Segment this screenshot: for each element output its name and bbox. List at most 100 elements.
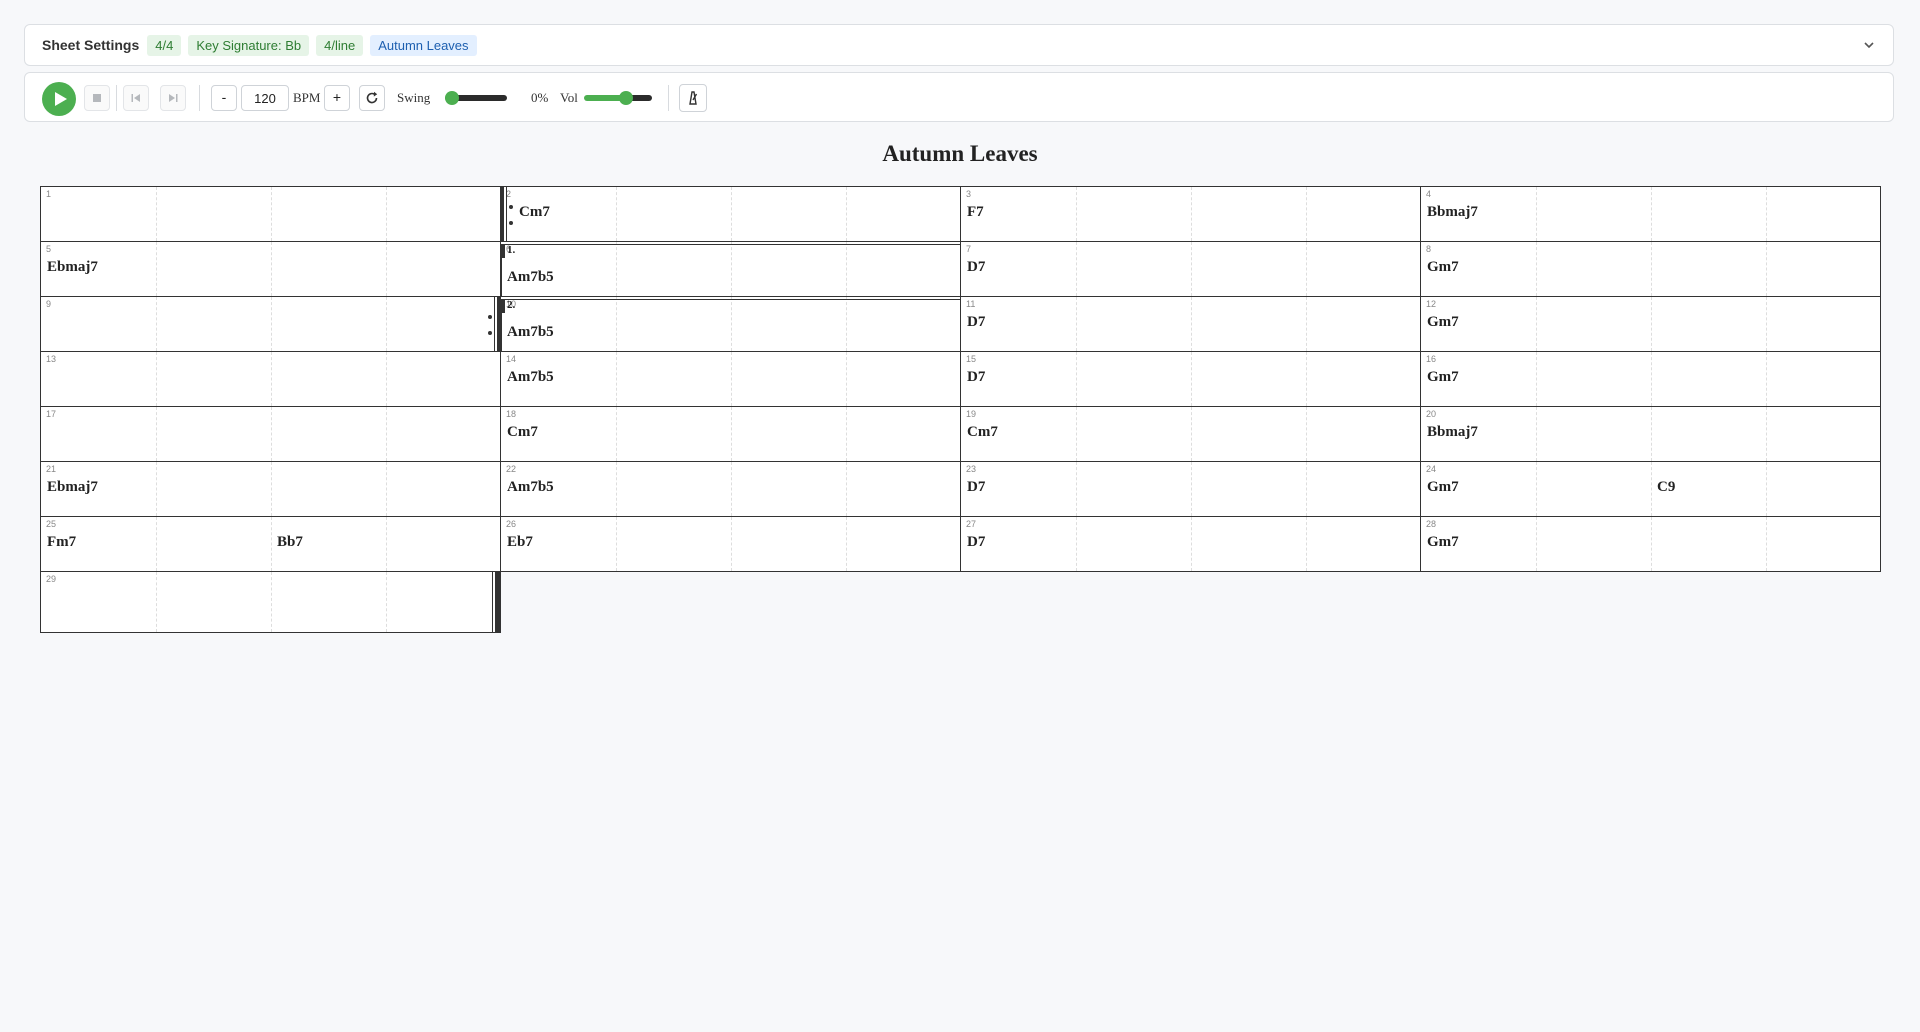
chord-symbol: Eb7 (507, 534, 533, 550)
play-button[interactable] (42, 82, 76, 116)
measure-7[interactable]: 7 D7 (960, 241, 1421, 297)
measure-number: 28 (1426, 519, 1437, 529)
stop-button[interactable] (84, 85, 110, 111)
measure-14[interactable]: 14 Am7b5 (500, 351, 961, 407)
beat-divider (156, 187, 157, 241)
measure-25[interactable]: 25 Fm7 Bb7 (40, 516, 501, 572)
measure-20[interactable]: 20 Bbmaj7 (1420, 406, 1881, 462)
measure-2[interactable]: 2 Cm7 (500, 186, 961, 242)
beat-divider (1076, 407, 1077, 461)
volume-label: Vol (560, 90, 578, 105)
beat-divider (731, 517, 732, 571)
measure-6[interactable]: 6 Am7b5 1. (500, 241, 961, 298)
volume-slider-thumb[interactable] (619, 91, 634, 105)
measure-3[interactable]: 3 F7 (960, 186, 1421, 242)
sheet-settings-bar[interactable]: Sheet Settings 4/4 Key Signature: Bb 4/l… (24, 24, 1894, 66)
beat-divider (1766, 242, 1767, 296)
measure-11[interactable]: 11 D7 (960, 296, 1421, 352)
chord-symbol: Gm7 (1427, 259, 1459, 275)
measure-16[interactable]: 16 Gm7 (1420, 351, 1881, 407)
beat-divider (156, 242, 157, 296)
measure-number: 24 (1426, 464, 1437, 474)
measure-17[interactable]: 17 (40, 406, 501, 462)
measure-29[interactable]: 29 (40, 571, 501, 633)
chord-symbol: Gm7 (1427, 314, 1459, 330)
skip-forward-icon (169, 94, 178, 102)
measure-number: 5 (46, 244, 52, 254)
measure-26[interactable]: 26 Eb7 (500, 516, 961, 572)
beat-divider (386, 572, 387, 632)
measure-number: 23 (966, 464, 977, 474)
beat-divider (846, 187, 847, 241)
measure-1[interactable]: 1 (40, 186, 501, 242)
toolbar-divider (199, 85, 200, 111)
final-barline (495, 572, 500, 633)
measure-5[interactable]: 5 Ebmaj7 (40, 241, 501, 297)
measure-12[interactable]: 12 Gm7 (1420, 296, 1881, 352)
repeat-end-thin-line (494, 297, 495, 352)
beat-divider (731, 187, 732, 241)
measure-number: 3 (966, 189, 972, 199)
measure-22[interactable]: 22 Am7b5 (500, 461, 961, 517)
skip-back-button[interactable] (123, 85, 149, 111)
measure-28[interactable]: 28 Gm7 (1420, 516, 1881, 572)
repeat-start-thin-line (506, 187, 507, 242)
measure-24[interactable]: 24 Gm7 C9 (1420, 461, 1881, 517)
measure-23[interactable]: 23 D7 (960, 461, 1421, 517)
metronome-icon (689, 91, 698, 105)
measure-8[interactable]: 8 Gm7 (1420, 241, 1881, 297)
chord-symbol: D7 (967, 369, 986, 385)
repeat-dot (488, 331, 492, 335)
measure-number: 22 (506, 464, 517, 474)
bpm-decrease-button[interactable]: - (211, 85, 237, 111)
sheet-title: Autumn Leaves (882, 141, 1038, 166)
measure-number: 15 (966, 354, 977, 364)
beat-divider (1651, 407, 1652, 461)
beat-divider (386, 462, 387, 516)
chord-symbol: D7 (967, 534, 986, 550)
repeat-start-barline (501, 187, 504, 242)
key-signature-badge: Key Signature: Bb (188, 34, 310, 56)
measure-number: 25 (46, 519, 57, 529)
beat-divider (1536, 297, 1537, 351)
measure-number: 18 (506, 409, 517, 419)
beat-divider (1536, 187, 1537, 241)
measure-15[interactable]: 15 D7 (960, 351, 1421, 407)
beat-divider (1306, 407, 1307, 461)
time-signature-badge: 4/4 (147, 34, 182, 56)
repeat-dot (509, 205, 513, 209)
measure-10[interactable]: 10 Am7b5 2. (500, 296, 961, 353)
chord-symbol: Cm7 (967, 424, 998, 440)
measure-18[interactable]: 18 Cm7 (500, 406, 961, 462)
swing-slider-thumb[interactable] (445, 91, 459, 105)
measures-per-line-badge: 4/line (316, 34, 364, 56)
beat-divider (156, 572, 157, 632)
measure-27[interactable]: 27 D7 (960, 516, 1421, 572)
beat-divider (271, 407, 272, 461)
measure-13[interactable]: 13 (40, 351, 501, 407)
beat-divider (271, 352, 272, 406)
measure-19[interactable]: 19 Cm7 (960, 406, 1421, 462)
measure-21[interactable]: 21 Ebmaj7 (40, 461, 501, 517)
beat-divider (616, 462, 617, 516)
chord-symbol: Bbmaj7 (1427, 424, 1478, 440)
beat-divider (1191, 242, 1192, 296)
chord-symbol: Ebmaj7 (47, 259, 98, 275)
volume-slider-track[interactable] (584, 95, 652, 101)
loop-icon (366, 91, 378, 104)
chord-symbol: D7 (967, 259, 986, 275)
measure-9[interactable]: 9 (40, 296, 501, 352)
chevron-down-icon[interactable] (1861, 37, 1877, 53)
bpm-input[interactable] (241, 85, 289, 111)
measure-number: 7 (966, 244, 972, 254)
bpm-increase-button[interactable]: + (324, 85, 350, 111)
measure-number: 27 (966, 519, 977, 529)
metronome-button[interactable] (679, 84, 707, 112)
loop-button[interactable] (359, 85, 385, 111)
swing-label: Swing (397, 90, 431, 105)
measure-4[interactable]: 4 Bbmaj7 (1420, 186, 1881, 242)
beat-divider (1306, 517, 1307, 571)
beat-divider (1076, 462, 1077, 516)
measure-number: 9 (46, 299, 52, 309)
skip-forward-button[interactable] (160, 85, 186, 111)
